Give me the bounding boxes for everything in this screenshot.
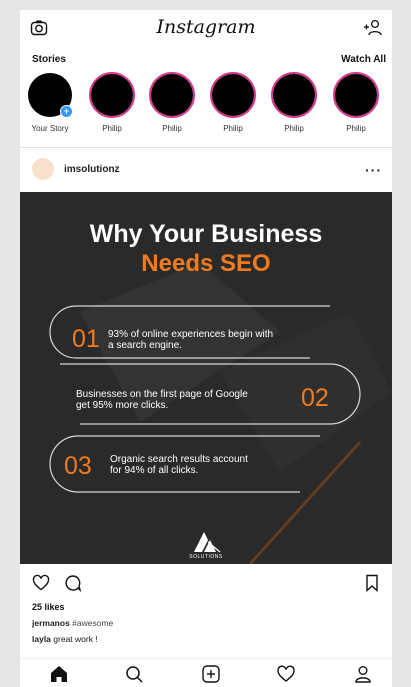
story-item[interactable]: Philip [266, 72, 322, 133]
stories-row: + Your Story Philip Philip Philip Philip… [20, 72, 392, 144]
home-icon[interactable] [48, 663, 70, 685]
story-name: Philip [284, 124, 304, 133]
post-avatar[interactable] [32, 158, 54, 180]
post-username[interactable]: imsolutionz [64, 164, 120, 175]
story-item[interactable]: Philip [144, 72, 200, 133]
caption-username[interactable]: jermanos [32, 618, 70, 628]
story-ring [333, 72, 379, 118]
story-ring: + [27, 72, 73, 118]
stat-text-line: Businesses on the first page of Google [76, 389, 248, 400]
more-options-icon[interactable]: ··· [365, 162, 382, 178]
story-name: Philip [102, 124, 122, 133]
story-item-your-story[interactable]: + Your Story [22, 72, 78, 133]
story-name: Your Story [31, 124, 69, 133]
likes-count[interactable]: 25 likes [32, 602, 65, 612]
app-title: Instagram [156, 16, 256, 38]
like-heart-icon[interactable] [32, 574, 50, 592]
add-user-icon[interactable] [362, 18, 384, 38]
avatar [151, 74, 193, 116]
search-icon[interactable] [123, 663, 145, 685]
story-name: Philip [346, 124, 366, 133]
instagram-screen: Instagram Stories Watch All + Your Story… [20, 10, 392, 687]
profile-icon[interactable] [352, 663, 374, 685]
story-ring [149, 72, 195, 118]
post-header: imsolutionz ··· [20, 152, 392, 188]
stat-number-02: 02 [301, 384, 329, 412]
comment-text: great work ! [53, 634, 98, 644]
watch-all-link[interactable]: Watch All [341, 54, 386, 65]
stat-text-02: Businesses on the first page of Google g… [76, 389, 248, 411]
post-image[interactable]: Why Your Business Needs SEO 01 93% of on… [20, 192, 392, 564]
brand-logo-text: SOLUTIONS [189, 554, 223, 560]
stat-text-line: a search engine. [108, 340, 182, 351]
stat-pills [49, 305, 361, 493]
comment-icon[interactable] [64, 574, 82, 592]
divider [20, 147, 392, 148]
stat-text-line: Organic search results account [110, 454, 248, 465]
add-post-icon[interactable] [200, 663, 222, 685]
story-item[interactable]: Philip [205, 72, 261, 133]
stat-number-03: 03 [64, 452, 92, 480]
story-ring [89, 72, 135, 118]
post-actions [20, 570, 392, 598]
activity-heart-icon[interactable] [275, 663, 297, 685]
brand-logo-icon [194, 532, 221, 553]
stat-text-01: 93% of online experiences begin with a s… [108, 329, 273, 351]
story-name: Philip [223, 124, 243, 133]
stat-text-03: Organic search results account for 94% o… [110, 454, 248, 476]
add-story-icon[interactable]: + [60, 105, 73, 118]
bottom-nav [20, 658, 392, 687]
story-item[interactable]: Philip [328, 72, 384, 133]
stat-number-01: 01 [72, 325, 100, 353]
caption-text[interactable]: #awesome [72, 618, 113, 628]
avatar [91, 74, 133, 116]
post-caption: jermanos #awesome [32, 618, 113, 628]
story-name: Philip [162, 124, 182, 133]
stories-label: Stories [32, 54, 66, 65]
stat-text-line: for 94% of all clicks. [110, 465, 199, 476]
avatar [335, 74, 377, 116]
story-ring [271, 72, 317, 118]
stat-text-line: get 95% more clicks. [76, 400, 169, 411]
story-ring [210, 72, 256, 118]
stories-header: Stories Watch All [20, 54, 392, 68]
avatar [212, 74, 254, 116]
top-bar: Instagram [20, 10, 392, 48]
comment-username[interactable]: layla [32, 634, 51, 644]
story-item[interactable]: Philip [84, 72, 140, 133]
post-comment: layla great work ! [32, 634, 98, 644]
avatar [273, 74, 315, 116]
stat-text-line: 93% of online experiences begin with [108, 329, 274, 340]
bookmark-icon[interactable] [364, 574, 380, 592]
